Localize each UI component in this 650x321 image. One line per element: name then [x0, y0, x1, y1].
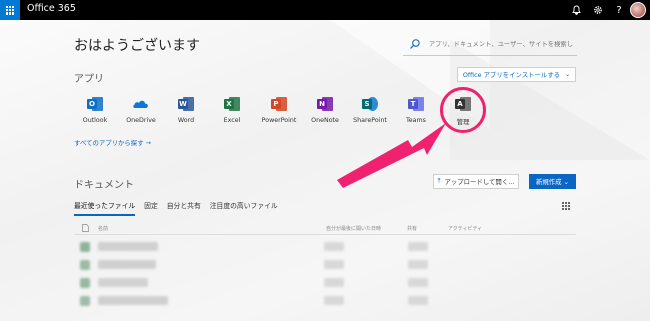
avatar[interactable] [630, 2, 646, 18]
teams-icon: T [408, 96, 424, 112]
onenote-icon: N [317, 96, 333, 112]
tab-trending[interactable]: 注目度の高いファイル [210, 200, 278, 216]
file-icon [82, 224, 89, 232]
redacted-text [98, 296, 168, 305]
new-document-button[interactable]: 新規作成 ⌄ [529, 174, 576, 189]
app-label: SharePoint [353, 117, 387, 124]
sharepoint-icon: S [362, 96, 378, 112]
app-label: OneDrive [126, 117, 156, 124]
upload-open-label: アップロードして開く... [444, 178, 515, 186]
search-input[interactable] [428, 40, 577, 48]
redacted-text [324, 242, 344, 251]
column-shared[interactable]: 共有 [407, 225, 417, 232]
redacted-text [324, 278, 344, 287]
grid-view-icon[interactable] [562, 202, 570, 210]
app-powerpoint[interactable]: P PowerPoint [256, 96, 302, 124]
help-icon[interactable]: ? [611, 2, 627, 18]
redacted-text [408, 242, 428, 251]
admin-highlight-circle [440, 87, 486, 133]
apps-heading: アプリ [74, 74, 104, 85]
tab-pinned[interactable]: 固定 [144, 200, 158, 216]
table-row[interactable] [80, 258, 576, 272]
app-excel[interactable]: X Excel [209, 96, 255, 124]
redacted-file-icon [80, 260, 90, 270]
redacted-text [408, 278, 428, 287]
redacted-text [98, 278, 148, 287]
document-tabs: 最近使ったファイル 固定 自分と共有 注目度の高いファイル [74, 200, 278, 216]
tab-shared-with-me[interactable]: 自分と共有 [167, 200, 201, 216]
app-label: OneNote [311, 117, 339, 124]
search-icon [410, 39, 420, 49]
column-name[interactable]: 名前 [98, 225, 108, 232]
redacted-text [98, 242, 158, 251]
app-teams[interactable]: T Teams [393, 96, 439, 124]
redacted-file-icon [80, 242, 90, 252]
app-word[interactable]: W Word [163, 96, 209, 124]
documents-heading: ドキュメント [74, 180, 134, 191]
gear-icon[interactable] [590, 2, 606, 18]
excel-icon: X [224, 96, 240, 112]
upload-open-button[interactable]: ⤒ アップロードして開く... [433, 174, 519, 189]
redacted-text [324, 296, 344, 305]
top-bar: Office 365 ? [0, 0, 650, 20]
explore-all-apps-link[interactable]: すべてのアプリから探す → [74, 138, 151, 147]
redacted-text [324, 260, 344, 269]
search-box[interactable] [403, 33, 577, 56]
outlook-icon: O [87, 96, 103, 112]
chevron-down-icon: ⌄ [565, 71, 571, 78]
redacted-text [408, 296, 428, 305]
app-outlook[interactable]: O Outlook [72, 96, 118, 124]
app-onenote[interactable]: N OneNote [302, 96, 348, 124]
redacted-text [98, 260, 156, 269]
install-office-label: Office アプリをインストールする [462, 71, 561, 79]
app-label: Excel [223, 117, 241, 124]
app-label: Teams [406, 117, 426, 124]
app-label: PowerPoint [261, 117, 297, 124]
app-label: Outlook [82, 117, 108, 124]
greeting-heading: おはようございます [74, 38, 200, 54]
app-label: Word [177, 117, 195, 124]
app-launcher-icon[interactable] [0, 0, 20, 20]
documents-table-header: 名前 自分が最後に開いた日時 共有 アクティビティ [74, 222, 576, 235]
brand-title[interactable]: Office 365 [27, 3, 76, 14]
upload-icon: ⤒ [437, 177, 441, 185]
app-onedrive[interactable]: OneDrive [118, 96, 164, 124]
column-activity[interactable]: アクティビティ [448, 225, 482, 232]
word-icon: W [178, 96, 194, 112]
install-office-button[interactable]: Office アプリをインストールする ⌄ [457, 67, 576, 82]
redacted-file-icon [80, 278, 90, 288]
redacted-text [408, 260, 428, 269]
table-row[interactable] [80, 276, 576, 290]
table-row[interactable] [80, 294, 576, 308]
tab-recent[interactable]: 最近使ったファイル [74, 200, 136, 216]
redacted-file-icon [80, 296, 90, 306]
onedrive-icon [133, 96, 149, 112]
bell-icon[interactable] [568, 2, 584, 18]
powerpoint-icon: P [271, 96, 287, 112]
column-last-opened[interactable]: 自分が最後に開いた日時 [326, 225, 381, 232]
table-row[interactable] [80, 240, 576, 254]
app-sharepoint[interactable]: S SharePoint [347, 96, 393, 124]
